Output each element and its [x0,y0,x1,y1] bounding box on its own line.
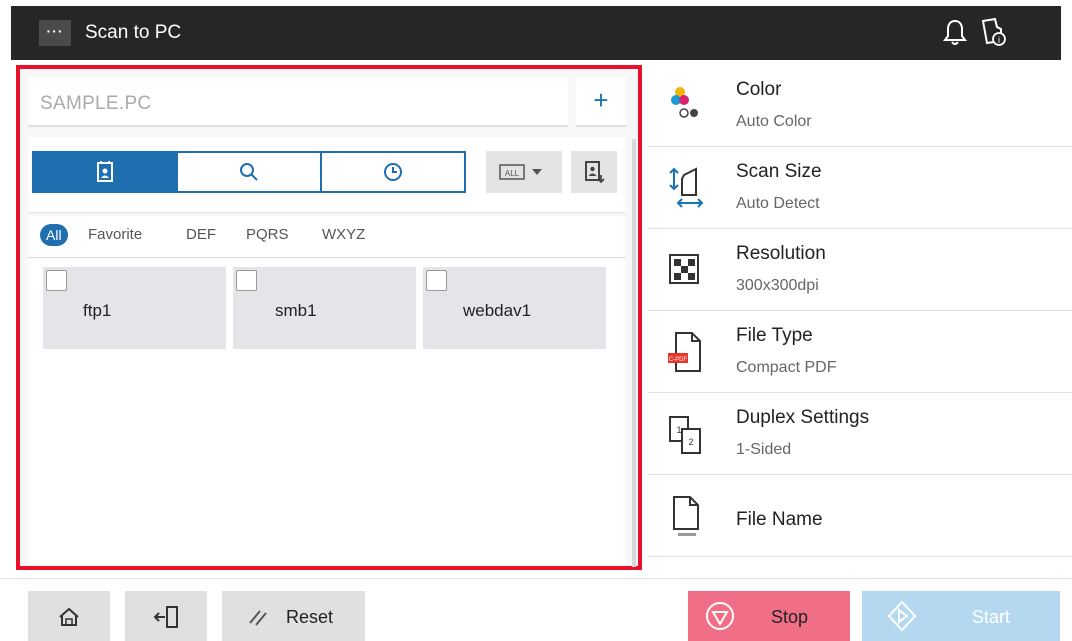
destination-input[interactable]: SAMPLE.PC [28,77,568,127]
file-name-icon [673,496,699,536]
job-history-icon[interactable]: i [977,15,1009,49]
setting-label: Duplex Settings [736,407,870,428]
start-button[interactable]: Start [862,591,1060,641]
setting-scan-size[interactable]: Scan Size Auto Detect [648,147,1072,229]
history-clock-icon [384,163,402,181]
reset-label: Reset [286,607,334,627]
svg-text:2: 2 [688,437,693,447]
destination-card[interactable]: webdav1 [423,267,606,349]
destination-name: ftp1 [83,301,112,320]
svg-text:ALL: ALL [505,169,520,178]
search-icon [240,163,258,181]
tab-search[interactable] [176,151,322,193]
setting-label: Resolution [736,243,826,264]
list-scrollbar[interactable] [632,139,636,567]
top-bar: ··· Scan to PC i [11,6,1061,60]
reset-icon [249,610,267,626]
setting-duplex[interactable]: 1 2 Duplex Settings 1-Sided [648,393,1072,475]
color-icon [671,87,698,118]
bell-icon[interactable] [941,16,969,48]
setting-file-type[interactable]: C-PDF File Type Compact PDF [648,311,1072,393]
tab-history[interactable] [320,151,466,193]
settings-panel: Color Auto Color Scan Size Auto Detect R… [648,65,1072,570]
address-book-icon [97,161,113,182]
setting-value: Auto Color [736,113,812,130]
filter-pqrs[interactable]: PQRS [246,226,289,243]
svg-text:i: i [998,35,1000,45]
setting-color[interactable]: Color Auto Color [648,65,1072,147]
start-icon [887,600,917,632]
destination-name: webdav1 [463,301,532,320]
destination-name: smb1 [275,301,317,320]
setting-label: Scan Size [736,161,822,182]
logout-icon [153,606,178,628]
setting-file-name[interactable]: File Name [648,475,1072,557]
add-destination-button[interactable]: + [576,77,626,127]
destination-value: SAMPLE.PC [40,93,152,114]
bottom-bar: Reset Stop Start [0,578,1072,641]
filter-wxyz[interactable]: WXYZ [322,226,365,243]
menu-button[interactable]: ··· [39,20,71,46]
stop-label: Stop [771,607,809,627]
filter-dropdown[interactable]: ALL [486,151,562,193]
scan-size-icon [669,167,704,208]
setting-resolution[interactable]: Resolution 300x300dpi [648,229,1072,311]
filter-favorite[interactable]: Favorite [88,226,142,243]
setting-label: File Type [736,325,813,346]
destination-checkbox[interactable] [46,270,67,291]
register-destination-button[interactable] [571,151,617,193]
tab-address-book[interactable] [32,151,178,193]
setting-value: Auto Detect [736,195,820,212]
setting-label: Color [736,79,782,100]
home-icon [59,607,79,626]
page-title: Scan to PC [85,22,182,43]
start-label: Start [972,607,1011,627]
svg-text:1: 1 [676,425,681,435]
all-dropdown-icon: ALL [499,164,542,180]
address-book-panel: SAMPLE.PC + ALL All Favorite DEF PQRS WX… [16,65,642,570]
setting-value: 1-Sided [736,441,792,458]
add-address-icon [585,161,605,184]
setting-label: File Name [736,509,823,530]
reset-button[interactable]: Reset [222,591,365,641]
stop-icon [706,602,734,630]
index-filter-bar: All Favorite DEF PQRS WXYZ [28,216,626,258]
filter-def[interactable]: DEF [186,226,216,243]
destination-card[interactable]: smb1 [233,267,416,349]
destination-checkbox[interactable] [236,270,257,291]
file-type-icon: C-PDF [668,332,701,372]
home-button[interactable] [28,591,110,641]
svg-text:C-PDF: C-PDF [669,357,688,363]
setting-value: 300x300dpi [736,277,819,294]
stop-button[interactable]: Stop [688,591,850,641]
filter-all[interactable]: All [40,224,68,246]
address-toolbar: ALL [28,137,626,213]
destination-list: ftp1 smb1 webdav1 [28,259,626,564]
destination-checkbox[interactable] [426,270,447,291]
setting-value: Compact PDF [736,359,837,376]
duplex-icon: 1 2 [669,416,701,454]
destination-card[interactable]: ftp1 [43,267,226,349]
logout-button[interactable] [125,591,207,641]
resolution-icon [669,254,699,284]
